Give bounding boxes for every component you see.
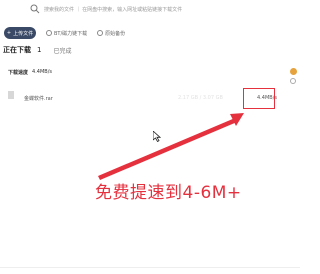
toolbar: + 上传文件 BT/磁力链下载 原始备份 xyxy=(4,26,125,40)
downloading-count: 1 xyxy=(37,46,42,54)
speed-value: 4.4MB/s xyxy=(32,69,53,75)
mouse-cursor-icon xyxy=(153,131,161,142)
annotation-arrow xyxy=(98,113,244,180)
upload-button-label: 上传文件 xyxy=(13,30,34,37)
divider xyxy=(0,267,300,268)
restore-icon xyxy=(97,30,104,36)
restore-button[interactable]: 原始备份 xyxy=(97,30,125,37)
file-progress-text: 2.17 GB / 3.07 GB xyxy=(178,95,223,101)
bt-download-label: BT/磁力链下载 xyxy=(54,30,88,37)
upload-button[interactable]: + 上传文件 xyxy=(4,27,36,39)
file-name: 金蝶软件.rar xyxy=(24,96,53,102)
file-icon xyxy=(8,91,14,99)
tab-downloading[interactable]: 正在下载 xyxy=(3,45,31,55)
speed-summary: 下载速度 4.4MB/s xyxy=(8,69,52,76)
magnet-icon xyxy=(46,30,52,36)
plus-icon: + xyxy=(6,30,12,36)
highlight-box xyxy=(243,88,275,109)
tab-completed[interactable]: 已完成 xyxy=(53,46,71,55)
promo-annotation: 免费提速到4-6M+ xyxy=(95,183,242,203)
search-bar[interactable]: 搜索我的文件 ｜ 在网盘中搜索，输入网址或粘贴链接下载文件 xyxy=(30,2,230,16)
speed-label: 下载速度 xyxy=(8,70,29,76)
search-icon xyxy=(30,4,40,14)
search-input[interactable]: 搜索我的文件 ｜ 在网盘中搜索，输入网址或粘贴链接下载文件 xyxy=(44,6,182,13)
restore-label: 原始备份 xyxy=(105,30,126,37)
settings-icon[interactable] xyxy=(290,78,296,84)
vip-icon[interactable] xyxy=(290,68,297,75)
tab-bar: 正在下载 1 已完成 xyxy=(3,45,71,55)
bt-download-button[interactable]: BT/磁力链下载 xyxy=(46,30,87,37)
